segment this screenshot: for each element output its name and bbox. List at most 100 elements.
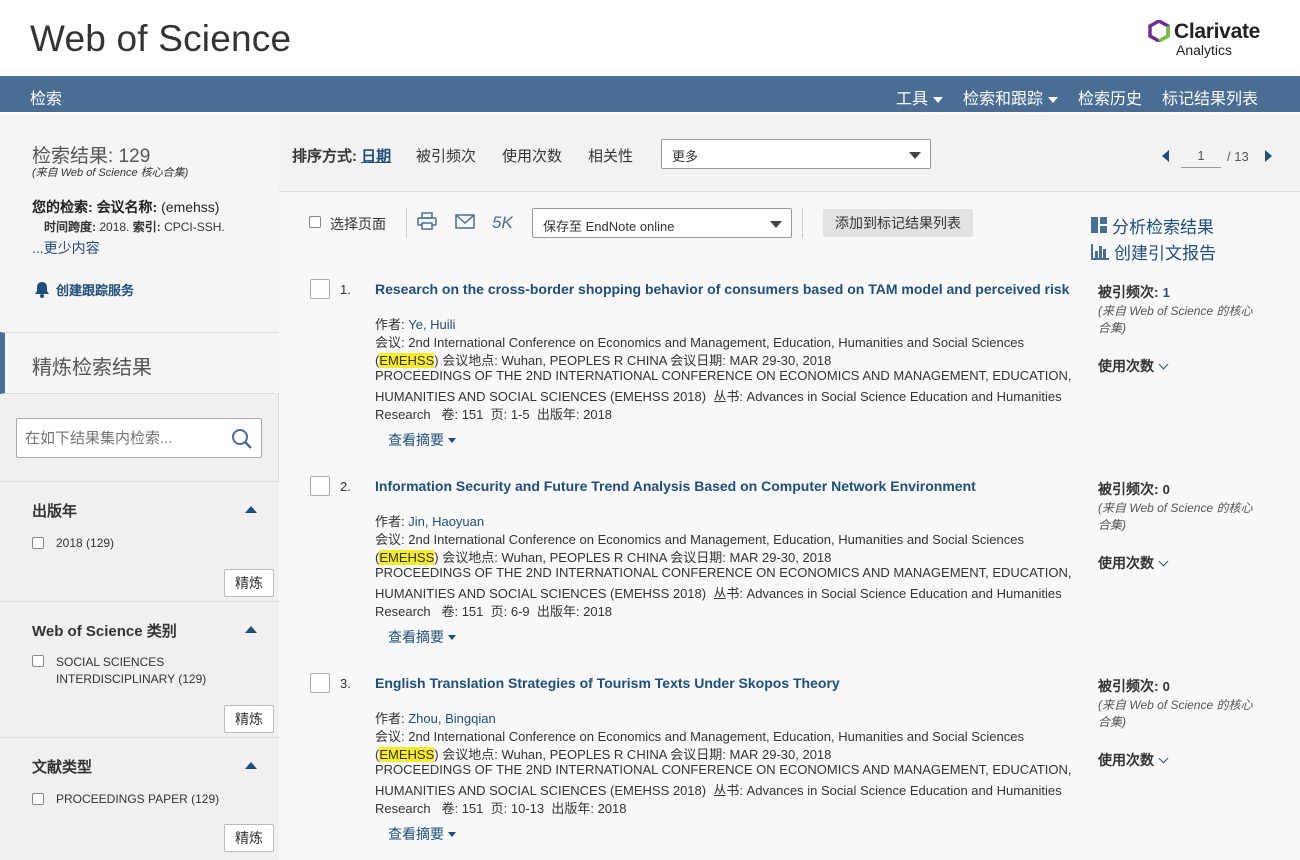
collapse-icon[interactable] (245, 762, 257, 769)
nav-search-track-label: 检索和跟踪 (962, 91, 1043, 108)
refine-button[interactable]: 精炼 (224, 569, 274, 597)
timespan-label: 时间跨度: (44, 220, 96, 234)
create-alert-link[interactable]: 创建跟踪服务 (34, 280, 134, 299)
chevron-down-icon (1158, 556, 1169, 566)
conf-abbr: EMEHSS (379, 550, 435, 565)
record-checkbox[interactable] (310, 673, 330, 693)
nav-search-track[interactable]: 检索和跟踪 (963, 85, 1058, 109)
refine-button[interactable]: 精炼 (224, 824, 274, 852)
usage-count-toggle[interactable]: 使用次数 (1098, 356, 1258, 376)
checkbox[interactable] (32, 537, 44, 549)
results-area: 选择页面 5K 保存至 EndNote online 添加到标记结果列表 分析检… (279, 192, 1300, 860)
nav-search[interactable]: 检索 (30, 85, 62, 109)
nav-history[interactable]: 检索历史 (1078, 85, 1142, 109)
view-abstract-link[interactable]: 查看摘要 (388, 627, 456, 647)
clarivate-logo[interactable]: Clarivate Analytics (1148, 18, 1278, 60)
export-5k-button[interactable]: 5K (492, 213, 513, 233)
date-value: MAR 29-30, 2018 (729, 550, 832, 565)
pages-label: 页: (483, 801, 511, 816)
query-details: 时间跨度: 2018. 索引: CPCI-SSH. (44, 218, 225, 235)
author-link[interactable]: Zhou, Bingqian (408, 711, 495, 726)
prev-page-icon[interactable] (1162, 150, 1169, 162)
save-to-select[interactable]: 保存至 EndNote online (532, 208, 792, 238)
usage-count-toggle[interactable]: 使用次数 (1098, 553, 1258, 573)
conf-value: (emehss) (161, 199, 220, 215)
record-conf-location: (EMEHSS) 会议地点: Wuhan, PEOPLES R CHINA 会议… (375, 547, 831, 566)
year-label: 出版年: (529, 604, 584, 619)
facet-option[interactable]: SOCIAL SCIENCES INTERDISCIPLINARY (129) (32, 654, 206, 688)
record-title[interactable]: English Translation Strategies of Touris… (375, 675, 840, 691)
collapse-icon[interactable] (245, 626, 257, 633)
facet-doc-type: 文献类型 PROCEEDINGS PAPER (129) 精炼 (0, 737, 279, 860)
nav-marked-list[interactable]: 标记结果列表 (1162, 85, 1258, 109)
facet-option[interactable]: 2018 (129) (32, 536, 114, 550)
usage-label: 使用次数 (1098, 752, 1154, 768)
results-toolbar: 选择页面 5K 保存至 EndNote online 添加到标记结果列表 (279, 192, 1079, 258)
view-abstract-link[interactable]: 查看摘要 (388, 824, 456, 844)
collapse-icon[interactable] (245, 506, 257, 513)
sort-date[interactable]: 日期 (361, 148, 391, 165)
usage-count-toggle[interactable]: 使用次数 (1098, 750, 1258, 770)
volume-value: 151 (461, 604, 484, 619)
record-conference: 会议: 2nd International Conference on Econ… (375, 726, 1024, 745)
conf-label: 会议名称: (96, 199, 158, 215)
select-page-label[interactable]: 选择页面 (330, 214, 386, 234)
citation-report-link[interactable]: 创建引文报告 (1090, 238, 1216, 264)
page-input[interactable]: 1 (1181, 144, 1221, 168)
date-label: 会议日期: (666, 747, 730, 762)
year-value: 2018 (583, 604, 613, 619)
record-title[interactable]: Information Security and Future Trend An… (375, 478, 976, 494)
facet-option-label: 2018 (129) (56, 536, 115, 550)
facet-title[interactable]: 出版年 (32, 500, 77, 521)
conf-prefix: 会议: (375, 335, 409, 350)
sort-times-cited[interactable]: 被引频次 (416, 145, 476, 166)
cited-count[interactable]: 1 (1163, 285, 1170, 300)
select-page-checkbox[interactable] (309, 216, 321, 228)
search-icon[interactable] (231, 428, 253, 450)
cited-source: (来自 Web of Science 的核心合集) (1098, 501, 1253, 532)
record-author: 作者: Zhou, Bingqian (375, 708, 496, 727)
refine-header: 精炼检索结果 (0, 332, 279, 394)
add-to-marked-button[interactable]: 添加到标记结果列表 (823, 209, 973, 237)
refine-button[interactable]: 精炼 (224, 705, 274, 733)
less-content-link[interactable]: ...更少内容 (32, 238, 100, 258)
facet-title[interactable]: 文献类型 (32, 756, 92, 777)
facet-option[interactable]: PROCEEDINGS PAPER (129) (32, 792, 219, 806)
record-checkbox[interactable] (310, 476, 330, 496)
location-label: 会议地点: (438, 550, 502, 565)
checkbox[interactable] (32, 655, 44, 667)
clarivate-logo-icon (1148, 20, 1170, 42)
nav-tools[interactable]: 工具 (896, 85, 943, 109)
clarivate-sub: Analytics (1176, 42, 1233, 58)
email-icon[interactable] (455, 214, 475, 230)
author-link[interactable]: Ye, Huili (408, 317, 455, 332)
print-icon[interactable] (417, 212, 437, 230)
refine-title: 精炼检索结果 (32, 357, 152, 379)
sort-usage-count[interactable]: 使用次数 (502, 145, 562, 166)
author-prefix: 作者: (375, 711, 409, 726)
view-abstract-link[interactable]: 查看摘要 (388, 430, 456, 450)
conf-name: 2nd International Conference on Economic… (408, 532, 1024, 547)
your-query-label: 您的检索: (32, 199, 93, 215)
sort-relevance[interactable]: 相关性 (588, 145, 633, 166)
cited-count[interactable]: 0 (1163, 679, 1170, 694)
results-summary: 检索结果: 129 (来自 Web of Science 核心合集) 您的检索:… (0, 114, 279, 332)
record-checkbox[interactable] (310, 279, 330, 299)
results-source: (来自 Web of Science 核心合集) (32, 167, 189, 179)
cited-count[interactable]: 0 (1163, 482, 1170, 497)
conf-abbr: EMEHSS (379, 747, 435, 762)
sort-by: 排序方式: 日期 (292, 145, 391, 166)
caret-down-icon (448, 831, 456, 837)
record-series: HUMANITIES AND SOCIAL SCIENCES (EMEHSS 2… (375, 783, 1062, 798)
next-page-icon[interactable] (1264, 150, 1272, 162)
search-within-input[interactable] (25, 427, 225, 449)
author-link[interactable]: Jin, Haoyuan (408, 514, 484, 529)
record-title[interactable]: Research on the cross-border shopping be… (375, 281, 1069, 297)
pages-value: 1-5 (510, 407, 530, 422)
analyze-icon (1091, 217, 1107, 233)
sort-more-select[interactable]: 更多 (661, 139, 931, 169)
analyze-results-link[interactable]: 分析检索结果 (1090, 212, 1216, 238)
checkbox[interactable] (32, 793, 44, 805)
facet-title[interactable]: Web of Science 类别 (32, 620, 177, 641)
brand-title[interactable]: Web of Science (30, 18, 291, 60)
